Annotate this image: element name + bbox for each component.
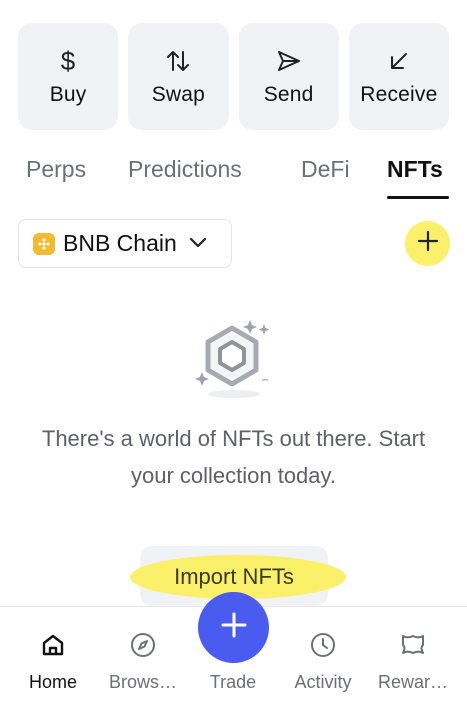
- receive-icon: [385, 47, 413, 75]
- plus-icon: [221, 612, 247, 643]
- nav-rewards[interactable]: Rewar…: [367, 630, 459, 693]
- tab-predictions[interactable]: Predictions: [128, 140, 242, 198]
- tab-nfts[interactable]: NFTs: [377, 140, 455, 198]
- buy-label: Buy: [49, 82, 87, 106]
- chain-selector[interactable]: BNB Chain: [18, 219, 232, 268]
- swap-label: Swap: [151, 82, 206, 106]
- nav-rewards-label: Rewar…: [377, 672, 448, 692]
- compass-icon: [128, 630, 158, 660]
- svg-text:$: $: [61, 47, 76, 75]
- tab-bar: Perps Predictions DeFi NFTs: [0, 140, 467, 202]
- send-label: Send: [263, 82, 314, 106]
- rewards-icon: [398, 630, 428, 660]
- buy-button[interactable]: $ Buy: [18, 23, 119, 130]
- swap-button[interactable]: Swap: [128, 23, 229, 130]
- empty-state-message: There's a world of NFTs out there. Start…: [41, 426, 426, 488]
- nav-home-label: Home: [28, 672, 77, 692]
- plus-icon: [417, 230, 439, 257]
- tab-nfts-label: NFTs: [387, 155, 443, 182]
- tab-defi[interactable]: DeFi: [301, 140, 350, 198]
- nav-trade-label: Trade: [209, 672, 257, 692]
- dollar-icon: $: [54, 47, 82, 75]
- bnb-icon: [33, 232, 55, 255]
- chain-name: BNB Chain: [63, 230, 177, 256]
- nav-browser-label: Brows…: [108, 672, 177, 692]
- chevron-down-icon: [189, 235, 207, 253]
- nav-home[interactable]: Home: [7, 630, 99, 693]
- trade-fab-button[interactable]: [198, 592, 269, 663]
- receive-label: Receive: [360, 82, 438, 106]
- tab-perps[interactable]: Perps: [26, 140, 86, 198]
- nav-activity-label: Activity: [294, 672, 352, 692]
- home-icon: [38, 630, 68, 660]
- nav-browser[interactable]: Brows…: [97, 630, 189, 693]
- add-nft-button[interactable]: [405, 221, 450, 266]
- action-bar: $ Buy Swap Send Receive: [18, 23, 449, 130]
- nft-empty-illustration: [190, 316, 276, 406]
- nav-activity[interactable]: Activity: [277, 630, 369, 693]
- swap-icon: [164, 47, 192, 75]
- receive-button[interactable]: Receive: [348, 23, 449, 130]
- active-tab-indicator: [387, 196, 449, 199]
- clock-icon: [308, 630, 338, 660]
- send-button[interactable]: Send: [238, 23, 339, 130]
- send-icon: [275, 47, 303, 75]
